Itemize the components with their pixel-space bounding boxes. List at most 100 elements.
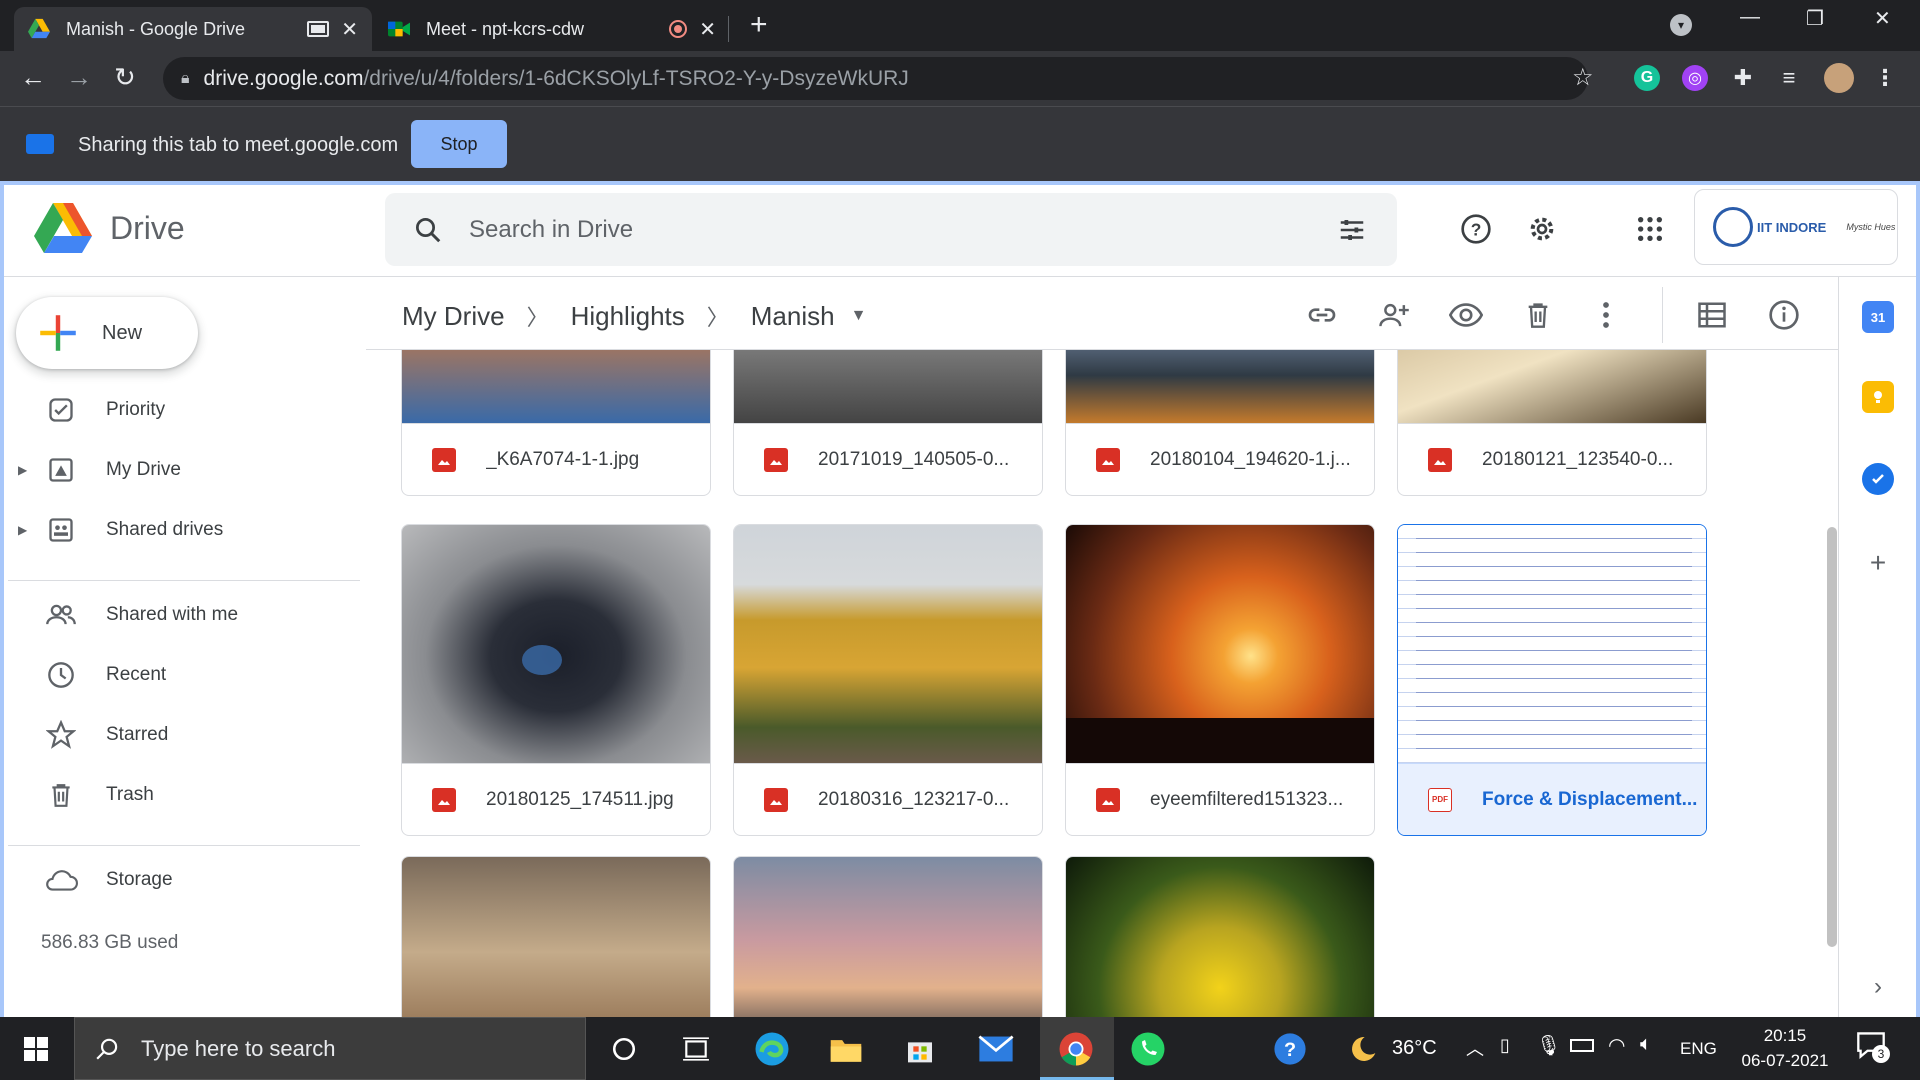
file-explorer-icon[interactable] — [826, 1029, 866, 1069]
reload-icon[interactable]: ↻ — [114, 62, 136, 92]
task-view-icon[interactable] — [676, 1029, 716, 1069]
expand-caret-icon[interactable]: ▶ — [18, 463, 27, 477]
drive-logo[interactable]: Drive — [34, 203, 185, 253]
address-bar[interactable]: 🔒︎ drive.google.com /drive/u/4/folders/1… — [163, 57, 1588, 100]
image-file-icon — [1096, 447, 1120, 472]
clock[interactable]: 20:15 06-07-2021 — [1730, 1023, 1840, 1073]
whatsapp-icon[interactable] — [1128, 1029, 1168, 1069]
microphone-icon[interactable]: 🎙︎ — [1536, 1033, 1561, 1058]
help-icon[interactable]: ? — [1454, 207, 1498, 251]
calendar-icon[interactable]: 31 — [1862, 301, 1894, 333]
info-icon[interactable] — [1764, 295, 1804, 335]
account-switcher[interactable]: IIT INDORE Mystic Hues — [1694, 189, 1898, 265]
expand-caret-icon[interactable]: ▶ — [18, 523, 27, 537]
preview-eye-icon[interactable] — [1446, 295, 1486, 335]
list-view-icon[interactable] — [1692, 295, 1732, 335]
new-button[interactable]: New — [16, 297, 198, 369]
tray-overflow-chevron-icon[interactable]: ︿ — [1466, 1035, 1484, 1061]
grammarly-extension-icon[interactable]: G — [1634, 65, 1660, 91]
forward-arrow-icon[interactable]: → — [66, 62, 92, 92]
cortana-icon[interactable] — [604, 1029, 644, 1069]
mail-icon[interactable] — [976, 1029, 1016, 1069]
file-card[interactable] — [1065, 856, 1375, 1021]
sidebar-item-trash[interactable]: Trash — [4, 770, 364, 820]
sidebar-item-priority[interactable]: Priority — [4, 385, 364, 435]
taskbar-search-placeholder: Type here to search — [141, 1035, 336, 1061]
tab-google-meet[interactable]: Meet - npt-kcrs-cdw ✕ — [374, 7, 730, 51]
sidebar-item-storage[interactable]: Storage — [4, 855, 364, 905]
get-link-icon[interactable] — [1302, 295, 1342, 335]
file-name: Force & Displacement... — [1482, 788, 1698, 810]
sidebar-item-starred[interactable]: Starred — [4, 710, 364, 760]
search-icon[interactable] — [413, 215, 443, 245]
clock-icon — [44, 658, 78, 692]
weather-moon-icon[interactable] — [1342, 1029, 1382, 1069]
volume-icon[interactable]: 🔈︎ — [1640, 1033, 1652, 1056]
notification-center-icon[interactable]: 3 — [1856, 1031, 1890, 1065]
chrome-menu-icon[interactable]: ⋮ — [1872, 65, 1898, 91]
file-card[interactable] — [401, 856, 711, 1021]
help-tips-icon[interactable]: ? — [1270, 1029, 1310, 1069]
tasks-icon[interactable] — [1862, 463, 1894, 495]
close-tab-icon[interactable]: ✕ — [341, 17, 358, 42]
lock-icon: 🔒︎ — [181, 69, 190, 87]
breadcrumb-manish[interactable]: Manish — [751, 301, 835, 332]
new-tab-plus-icon[interactable]: + — [750, 10, 768, 40]
file-card[interactable]: 20171019_140505-0... — [733, 350, 1043, 496]
image-thumbnail — [1066, 350, 1374, 423]
google-drive-logo-icon — [34, 203, 92, 253]
breadcrumb-highlights[interactable]: Highlights — [571, 301, 685, 332]
sidebar-item-my-drive[interactable]: ▶ My Drive — [4, 445, 364, 495]
search-options-icon[interactable] — [1337, 215, 1367, 245]
iit-indore-seal-logo — [1713, 207, 1753, 247]
file-card[interactable]: 20180316_123217-0... — [733, 524, 1043, 836]
file-card-selected[interactable]: PDF Force & Displacement... — [1397, 524, 1707, 836]
more-actions-icon[interactable] — [1586, 295, 1626, 335]
media-control-icon[interactable]: ≡ — [1776, 65, 1802, 91]
file-name: 20180121_123540-0... — [1482, 448, 1674, 470]
back-arrow-icon[interactable]: ← — [20, 62, 46, 92]
sidebar-item-shared-with-me[interactable]: Shared with me — [4, 590, 364, 640]
image-thumbnail — [1066, 857, 1374, 1021]
restore-icon[interactable]: ❐ — [1806, 6, 1824, 31]
taskbar-search-box[interactable]: Type here to search — [74, 1017, 586, 1080]
windows-start-icon[interactable] — [0, 1017, 72, 1080]
google-apps-grid-icon[interactable] — [1628, 207, 1672, 251]
tab-google-drive[interactable]: Manish - Google Drive ✕ — [14, 7, 372, 51]
sidebar-item-label: Shared with me — [106, 604, 239, 625]
sidebar-item-shared-drives[interactable]: ▶ Shared drives — [4, 505, 364, 555]
remove-trash-icon[interactable] — [1518, 295, 1558, 335]
add-addon-plus-icon[interactable]: + — [1862, 547, 1894, 579]
close-window-icon[interactable]: ✕ — [1874, 6, 1891, 31]
vertical-scrollbar[interactable] — [1827, 527, 1837, 947]
extension-icon[interactable]: ◎ — [1682, 65, 1708, 91]
bookmark-star-icon[interactable]: ☆ — [1572, 63, 1594, 92]
file-card[interactable]: _K6A7074-1-1.jpg — [401, 350, 711, 496]
microsoft-store-icon[interactable] — [900, 1029, 940, 1069]
tray-device-icon[interactable]: ▯ — [1500, 1035, 1510, 1056]
close-tab-icon[interactable]: ✕ — [699, 17, 716, 42]
share-add-person-icon[interactable] — [1374, 295, 1414, 335]
edge-browser-icon[interactable] — [752, 1029, 792, 1069]
file-card[interactable]: eyeemfiltered151323... — [1065, 524, 1375, 836]
minimize-icon[interactable]: — — [1740, 6, 1760, 29]
file-card[interactable]: 20180121_123540-0... — [1397, 350, 1707, 496]
profile-avatar[interactable] — [1824, 63, 1854, 93]
file-card[interactable] — [733, 856, 1043, 1021]
sidebar-item-recent[interactable]: Recent — [4, 650, 364, 700]
language-indicator[interactable]: ENG — [1680, 1039, 1717, 1059]
breadcrumb-my-drive[interactable]: My Drive — [402, 301, 505, 332]
folder-dropdown-icon[interactable]: ▼ — [851, 307, 867, 325]
file-card[interactable]: 20180104_194620-1.j... — [1065, 350, 1375, 496]
battery-icon[interactable] — [1570, 1039, 1594, 1052]
file-card[interactable]: 20180125_174511.jpg — [401, 524, 711, 836]
expand-panel-chevron-icon[interactable]: › — [1862, 971, 1894, 1003]
settings-gear-icon[interactable] — [1520, 207, 1564, 251]
drive-search-bar[interactable]: Search in Drive — [385, 193, 1397, 266]
chrome-icon[interactable] — [1056, 1029, 1096, 1069]
keep-icon[interactable] — [1862, 381, 1894, 413]
tab-search-icon[interactable]: ▾ — [1670, 14, 1692, 36]
wifi-icon[interactable]: ◠ — [1608, 1033, 1625, 1058]
puzzle-extensions-icon[interactable]: ✚ — [1730, 65, 1756, 91]
stop-sharing-button[interactable]: Stop — [411, 120, 507, 168]
